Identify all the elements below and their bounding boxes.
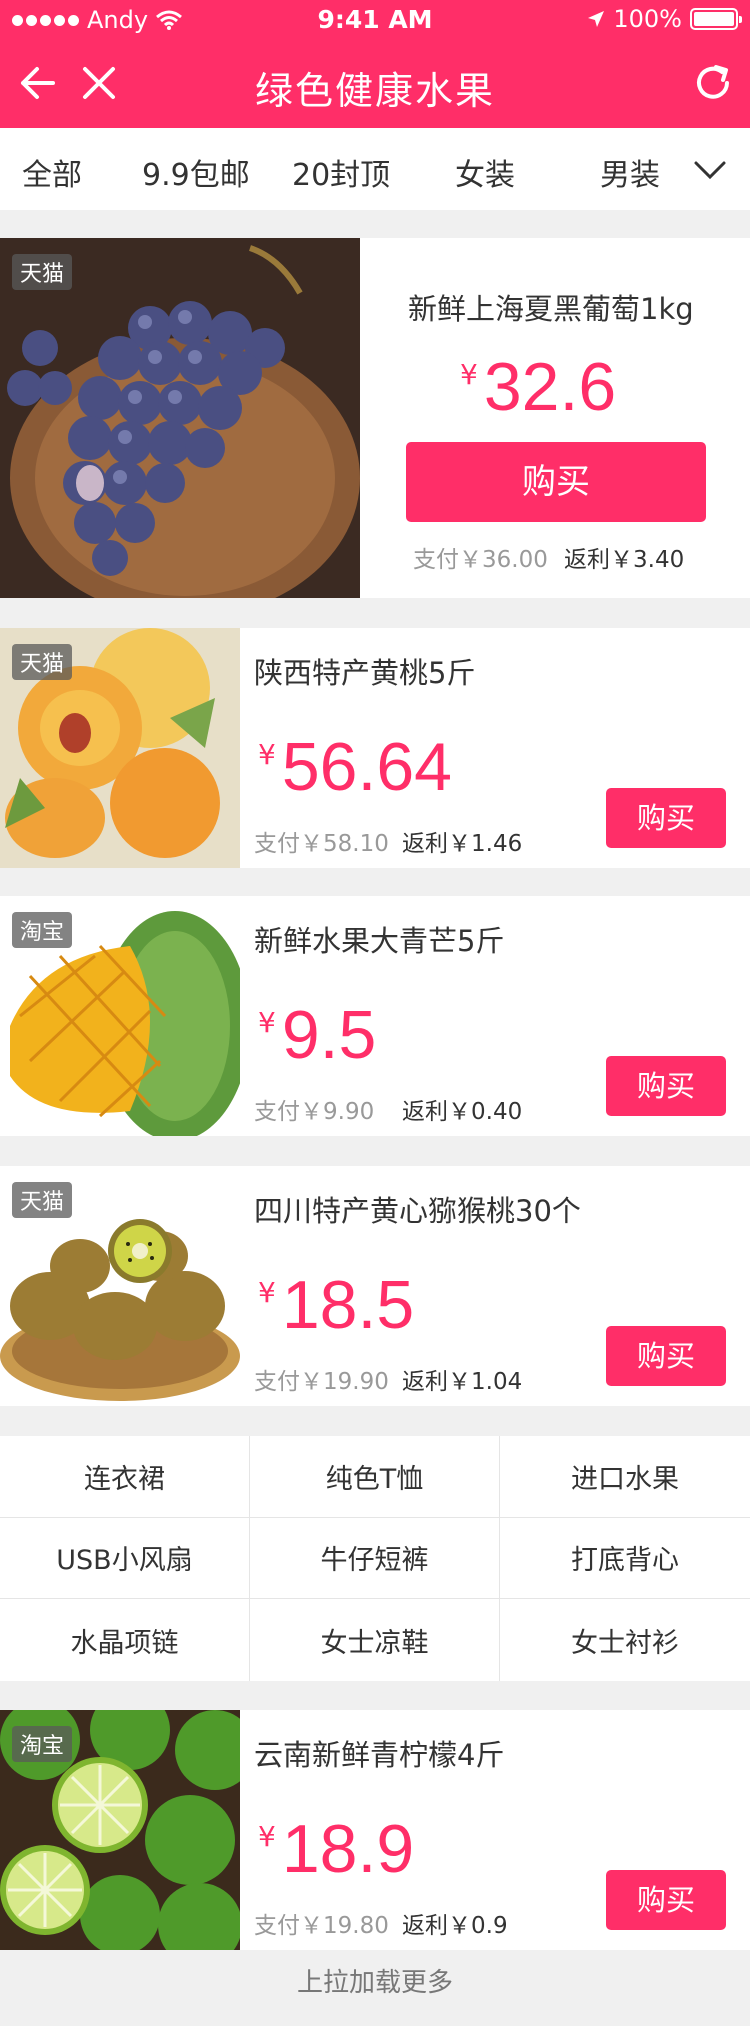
- paid-price: 支付￥19.80: [254, 1913, 389, 1939]
- page-title: 绿色健康水果: [254, 69, 495, 113]
- battery-icon: [690, 8, 742, 30]
- product-name: 四川特产黄心猕猴桃30个: [254, 1194, 581, 1228]
- platform-tag: 淘宝: [12, 912, 73, 948]
- product-name: 陕西特产黄桃5斤: [254, 656, 476, 690]
- refresh-icon: [697, 65, 729, 99]
- price-value: 56.64: [281, 729, 452, 805]
- location-arrow-icon: [588, 11, 605, 27]
- product-card[interactable]: 淘宝 云南新鲜青柠檬4斤 ¥18.9 支付￥19.80 返利￥0.9 购买: [0, 1710, 750, 1950]
- keyword-item[interactable]: 连衣裙: [0, 1436, 250, 1518]
- rebate-amount: 返利￥0.9: [402, 1913, 508, 1939]
- keyword-item[interactable]: 女士衬衫: [500, 1599, 750, 1681]
- buy-button[interactable]: 购买: [606, 788, 726, 848]
- rebate-amount: 返利￥1.04: [402, 1369, 523, 1395]
- keyword-item[interactable]: 纯色T恤: [250, 1436, 500, 1518]
- status-right: 100%: [587, 5, 742, 33]
- product-image-mango[interactable]: 淘宝: [0, 896, 240, 1136]
- product-card[interactable]: 天猫 新鲜上海夏黑葡萄1kg ¥32.6 购买 支付￥36.00 返利￥3.40: [0, 238, 750, 598]
- product-name: 新鲜水果大青芒5斤: [254, 924, 505, 958]
- keyword-item[interactable]: 女士凉鞋: [250, 1599, 500, 1681]
- product-price: ¥18.5: [258, 1266, 414, 1344]
- category-9-9-free-shipping[interactable]: 9.9包邮: [142, 150, 250, 194]
- paid-price: 支付￥36.00: [413, 547, 548, 573]
- nav-bar: 绿色健康水果: [0, 40, 750, 128]
- price-value: 18.9: [281, 1811, 415, 1887]
- refresh-button[interactable]: [688, 58, 738, 108]
- keyword-item[interactable]: USB小风扇: [0, 1517, 250, 1600]
- platform-tag: 天猫: [12, 254, 73, 290]
- keyword-item[interactable]: 牛仔短裤: [250, 1517, 500, 1600]
- currency-symbol: ¥: [258, 1276, 276, 1309]
- platform-tag: 天猫: [12, 644, 73, 680]
- paid-price: 支付￥9.90: [254, 1099, 375, 1125]
- keyword-item[interactable]: 打底背心: [500, 1518, 750, 1600]
- currency-symbol: ¥: [258, 1006, 276, 1039]
- product-price: ¥9.5: [258, 996, 376, 1074]
- product-name: 云南新鲜青柠檬4斤: [254, 1738, 505, 1772]
- product-price: ¥56.64: [258, 728, 452, 806]
- hot-keyword-grid: 连衣裙 纯色T恤 进口水果 USB小风扇 牛仔短裤 打底背心 水晶项链 女士凉鞋…: [0, 1436, 750, 1681]
- product-name: 新鲜上海夏黑葡萄1kg: [408, 292, 694, 326]
- buy-button[interactable]: 购买: [606, 1326, 726, 1386]
- price-value: 9.5: [281, 997, 377, 1073]
- category-mens-wear[interactable]: 男装: [600, 150, 660, 194]
- buy-button[interactable]: 购买: [606, 1870, 726, 1930]
- battery-percent: 100%: [613, 5, 682, 33]
- rebate-amount: 返利￥0.40: [402, 1099, 523, 1125]
- keyword-item[interactable]: 水晶项链: [0, 1599, 250, 1681]
- paid-price: 支付￥19.90: [254, 1369, 389, 1395]
- rebate-amount: 返利￥1.46: [402, 831, 523, 857]
- product-card[interactable]: 淘宝 新鲜水果大青芒5斤 ¥9.5 支付￥9.90 返利￥0.40 购买: [0, 896, 750, 1136]
- product-card[interactable]: 天猫 陕西特产黄桃5斤 ¥56.64 支付￥58.10 返利￥1.46 购买: [0, 628, 750, 868]
- price-value: 32.6: [483, 349, 617, 425]
- currency-symbol: ¥: [258, 738, 276, 771]
- product-image-lime[interactable]: 淘宝: [0, 1710, 240, 1950]
- category-all[interactable]: 全部: [22, 150, 82, 194]
- price-value: 18.5: [281, 1267, 415, 1343]
- paid-price: 支付￥58.10: [254, 831, 389, 857]
- product-image-grapes[interactable]: 天猫: [0, 238, 360, 598]
- chevron-down-icon[interactable]: [690, 150, 730, 190]
- platform-tag: 淘宝: [12, 1726, 73, 1762]
- product-card[interactable]: 天猫 四川特产黄心猕猴桃30个 ¥18.5 支付￥19.90 返利￥1.04 购…: [0, 1166, 750, 1406]
- product-price: ¥18.9: [258, 1810, 414, 1888]
- currency-symbol: ¥: [460, 358, 478, 391]
- currency-symbol: ¥: [258, 1820, 276, 1853]
- buy-button[interactable]: 购买: [406, 442, 706, 522]
- platform-tag: 天猫: [12, 1182, 73, 1218]
- category-womens-wear[interactable]: 女装: [455, 150, 515, 194]
- product-price: ¥32.6: [460, 348, 616, 426]
- buy-button[interactable]: 购买: [606, 1056, 726, 1116]
- category-20-cap[interactable]: 20封顶: [292, 150, 390, 194]
- product-image-peach[interactable]: 天猫: [0, 628, 240, 868]
- product-image-kiwi[interactable]: 天猫: [0, 1166, 240, 1406]
- status-bar: Andy 9:41 AM 100%: [0, 0, 750, 40]
- keyword-item[interactable]: 进口水果: [500, 1436, 750, 1518]
- rebate-amount: 返利￥3.40: [564, 547, 685, 573]
- category-bar: 全部 9.9包邮 20封顶 女装 男装: [0, 128, 750, 210]
- load-more-hint: 上拉加载更多: [296, 1968, 453, 1998]
